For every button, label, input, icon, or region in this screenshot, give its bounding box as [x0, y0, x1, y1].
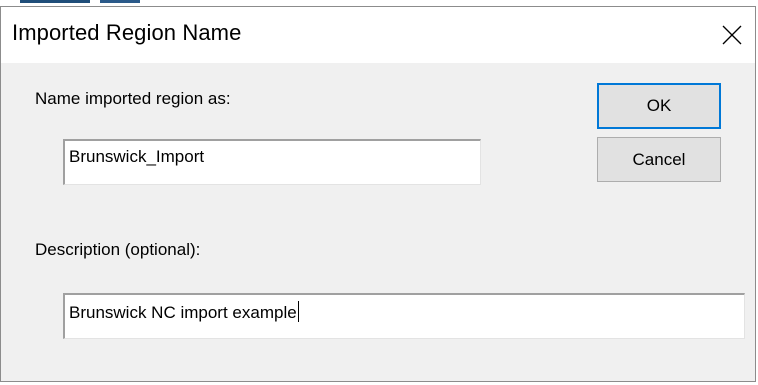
- imported-region-name-dialog: Imported Region Name Name imported regio…: [0, 6, 756, 382]
- description-label: Description (optional):: [35, 240, 201, 259]
- ok-button[interactable]: OK: [597, 83, 721, 129]
- dialog-title: Imported Region Name: [12, 20, 242, 45]
- name-label: Name imported region as:: [35, 89, 231, 108]
- background-window-accent: [20, 0, 90, 3]
- description-field[interactable]: Brunswick NC import example: [63, 293, 745, 339]
- description-value: Brunswick NC import example: [69, 303, 297, 322]
- region-name-value: Brunswick_Import: [69, 147, 205, 166]
- close-icon: [722, 25, 742, 45]
- dialog-titlebar[interactable]: Imported Region Name: [1, 7, 755, 63]
- text-caret: [297, 301, 299, 322]
- background-window-accent: [100, 0, 140, 3]
- ok-button-label: OK: [646, 96, 672, 115]
- region-name-field[interactable]: Brunswick_Import: [63, 139, 481, 185]
- cancel-button[interactable]: Cancel: [597, 137, 721, 182]
- cancel-button-label: Cancel: [632, 149, 686, 169]
- close-button[interactable]: [709, 7, 755, 63]
